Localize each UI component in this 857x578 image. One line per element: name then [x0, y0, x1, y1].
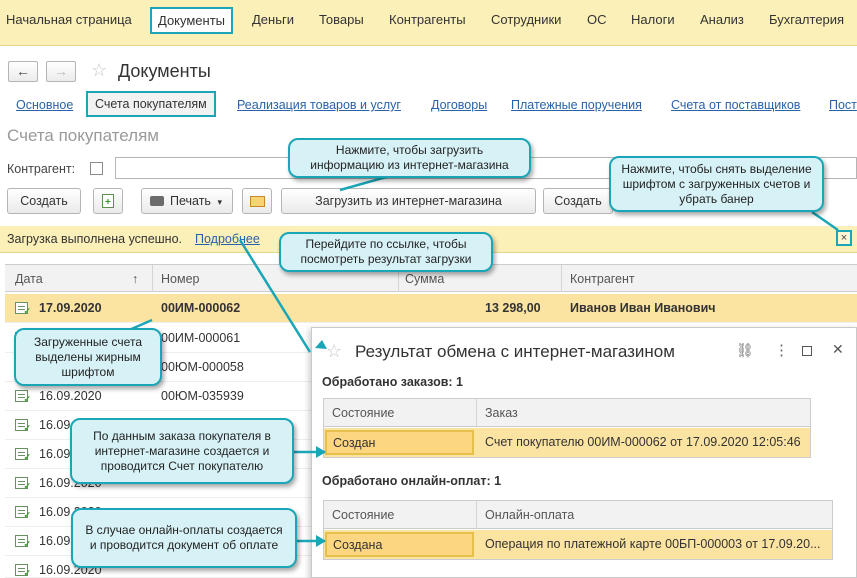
menu-item-taxes[interactable]: Налоги [631, 12, 675, 27]
callout-link: Перейдите по ссылке, чтобы посмотреть ре… [279, 232, 493, 272]
column-header-state: Состояние [332, 508, 395, 522]
column-header-payment: Онлайн-оплата [485, 508, 575, 522]
section-title: Счета покупателям [7, 126, 159, 145]
posted-document-icon: ✓ [15, 419, 31, 433]
send-email-button[interactable] [242, 188, 272, 214]
tab-payment-orders[interactable]: Платежные поручения [511, 98, 642, 112]
tab-sales[interactable]: Реализация товаров и услуг [237, 98, 401, 112]
callout-deselect: Нажмите, чтобы снять выделение шрифтом с… [609, 156, 824, 212]
orders-table: Состояние Заказ Создан Счет покупателю 0… [323, 398, 811, 458]
order-link[interactable]: Счет покупателю 00ИМ-000062 от 17.09.202… [485, 435, 801, 449]
row-number: 00ИМ-000061 [161, 331, 241, 345]
back-button[interactable]: ← [8, 61, 38, 82]
page-title: Документы [118, 61, 211, 81]
window-title: Результат обмена с интернет-магазином [355, 342, 675, 361]
banner-close-button[interactable]: × [836, 230, 852, 246]
more-icon[interactable]: ⋮ [774, 341, 789, 359]
column-header-number[interactable]: Номер [161, 272, 199, 286]
row-date: 16.09.2020 [39, 389, 102, 403]
tab-supplier-invoices[interactable]: Счета от поставщиков [671, 98, 800, 112]
table-row[interactable]: ✓ 16.09.2020 00ЮМ-035939 [5, 382, 315, 411]
posted-document-icon: ✓ [15, 448, 31, 462]
orders-row[interactable]: Создан Счет покупателю 00ИМ-000062 от 17… [324, 428, 810, 457]
posted-document-icon: ✓ [15, 302, 31, 316]
column-divider [152, 265, 153, 292]
callout-payment: В случае онлайн-оплаты создается и прово… [71, 508, 297, 568]
order-state: Создан [325, 430, 474, 455]
menu-item-counterparties[interactable]: Контрагенты [389, 12, 466, 27]
column-divider [561, 265, 562, 292]
envelope-icon [250, 196, 265, 207]
column-header-date[interactable]: Дата [15, 272, 43, 286]
callout-order: По данным заказа покупателя в интернет-м… [70, 418, 294, 484]
favorite-star-icon[interactable]: ☆ [326, 341, 342, 362]
row-number: 00ЮМ-035939 [161, 389, 244, 403]
payments-section-title: Обработано онлайн-оплат: 1 [322, 474, 502, 488]
forward-button[interactable]: → [46, 61, 76, 82]
row-counterparty: Иванов Иван Иванович [570, 301, 716, 315]
menu-item-analysis[interactable]: Анализ [700, 12, 744, 27]
posted-document-icon: ✓ [15, 477, 31, 491]
posted-document-icon: ✓ [15, 535, 31, 549]
payments-row[interactable]: Создана Операция по платежной карте 00БП… [324, 530, 832, 559]
payment-state: Создана [325, 532, 474, 557]
column-header-order: Заказ [485, 406, 518, 420]
print-button[interactable]: Печать ▾ [141, 188, 233, 214]
document-add-icon: + [102, 194, 114, 208]
banner-text: Загрузка выполнена успешно. [7, 232, 183, 246]
tab-main[interactable]: Основное [16, 98, 73, 112]
payment-link[interactable]: Операция по платежной карте 00БП-000003 … [485, 537, 821, 551]
sort-ascending-icon: ↑ [132, 272, 139, 286]
menu-item-accounting[interactable]: Бухгалтерия [769, 12, 844, 27]
posted-document-icon: ✓ [15, 506, 31, 520]
banner-details-link[interactable]: Подробнее [195, 232, 260, 246]
table-row[interactable]: ✓ 17.09.2020 00ИМ-000062 13 298,00 Ивано… [5, 294, 857, 323]
callout-bold: Загруженные счета выделены жирным шрифто… [14, 328, 162, 386]
link-icon[interactable]: ⛓ [736, 342, 754, 359]
tab-more[interactable]: Пост [829, 98, 857, 112]
row-number: 00ЮМ-000058 [161, 360, 244, 374]
column-divider [476, 399, 477, 426]
row-date: 17.09.2020 [39, 301, 102, 315]
menu-item-documents[interactable]: Документы [150, 7, 234, 34]
menu-item-goods[interactable]: Товары [319, 12, 364, 27]
payments-table: Состояние Онлайн-оплата Создана Операция… [323, 500, 833, 560]
create-button[interactable]: Создать [7, 188, 81, 214]
menu-item-home[interactable]: Начальная страница [6, 12, 132, 27]
add-copy-button[interactable]: + [93, 188, 123, 214]
counterparty-filter-checkbox[interactable] [90, 162, 103, 175]
chevron-down-icon: ▾ [217, 197, 222, 207]
create-based-on-button[interactable]: Создать [543, 188, 613, 214]
menu-item-money[interactable]: Деньги [252, 12, 294, 27]
row-sum: 13 298,00 [485, 301, 541, 315]
payments-table-header: Состояние Онлайн-оплата [324, 501, 832, 529]
load-from-shop-button[interactable]: Загрузить из интернет-магазина [281, 188, 536, 214]
column-header-sum[interactable]: Сумма [405, 272, 444, 286]
column-divider [476, 501, 477, 528]
tab-customer-invoices[interactable]: Счета покупателям [86, 91, 216, 117]
posted-document-icon: ✓ [15, 564, 31, 578]
column-header-counterparty[interactable]: Контрагент [570, 272, 635, 286]
favorite-star-icon[interactable]: ☆ [91, 60, 107, 81]
menu-item-employees[interactable]: Сотрудники [491, 12, 561, 27]
orders-table-header: Состояние Заказ [324, 399, 810, 427]
print-button-label: Печать [170, 194, 211, 208]
orders-section-title: Обработано заказов: 1 [322, 375, 463, 389]
column-header-state: Состояние [332, 406, 395, 420]
row-number: 00ИМ-000062 [161, 301, 241, 315]
maximize-icon[interactable] [802, 346, 812, 356]
counterparty-filter-label: Контрагент: [7, 162, 76, 176]
menu-item-fixed-assets[interactable]: ОС [587, 12, 607, 27]
close-icon[interactable]: ✕ [832, 341, 844, 358]
tab-contracts[interactable]: Договоры [431, 98, 487, 112]
exchange-result-window: ☆ Результат обмена с интернет-магазином … [311, 327, 857, 578]
posted-document-icon: ✓ [15, 390, 31, 404]
callout-load: Нажмите, чтобы загрузить информацию из и… [288, 138, 531, 178]
printer-icon [150, 196, 164, 206]
